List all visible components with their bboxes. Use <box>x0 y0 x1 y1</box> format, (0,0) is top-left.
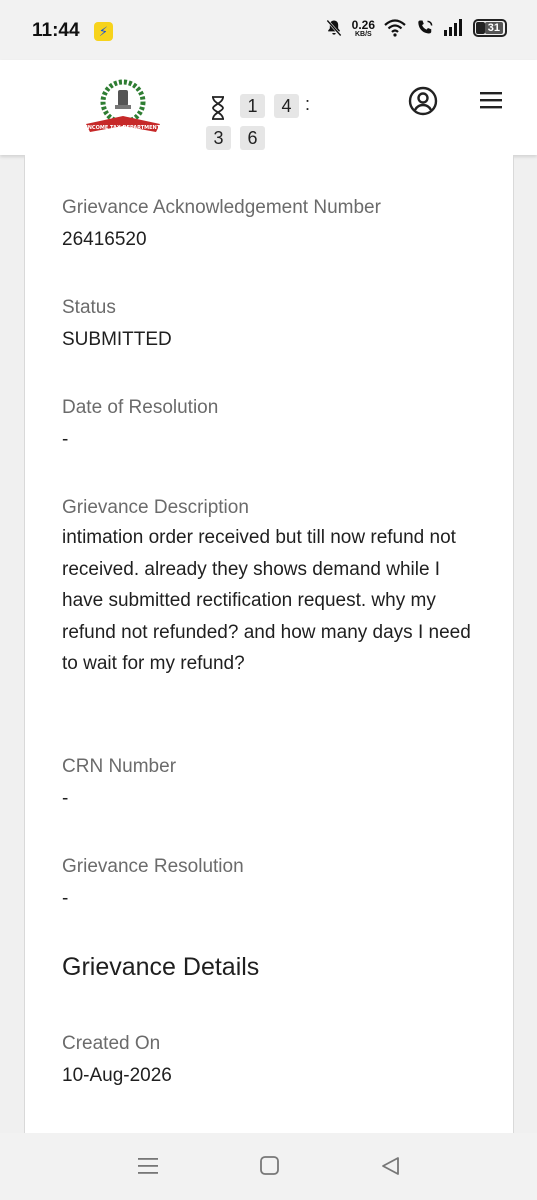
svg-text:INCOME TAX DEPARTMENT: INCOME TAX DEPARTMENT <box>86 125 161 131</box>
system-nav-bar <box>0 1133 537 1200</box>
field-label: Grievance Resolution <box>62 856 244 877</box>
field-label: Created On <box>62 1033 161 1054</box>
crn-field: CRN Number - <box>62 755 482 815</box>
wifi-calling-icon <box>418 20 433 34</box>
bell-muted-icon <box>326 19 342 37</box>
status-bar: 11:44 ⚡ 0.26 KB/S 31 <box>0 0 537 60</box>
income-tax-logo[interactable]: INCOME TAX DEPARTMENT <box>82 78 164 140</box>
timer-digit: 6 <box>240 126 265 150</box>
app-header: INCOME TAX DEPARTMENT 1 4 : 3 6 <box>0 60 537 155</box>
ack-number-value: 26416520 <box>62 229 147 250</box>
status-time: 11:44 <box>32 20 80 41</box>
field-label: Status <box>62 297 116 318</box>
created-on-value: 10-Aug-2026 <box>62 1065 172 1086</box>
status-icons: 0.26 KB/S 31 <box>324 18 507 38</box>
field-label: Grievance Acknowledgement Number <box>62 197 381 218</box>
ack-number-field: Grievance Acknowledgement Number 2641652… <box>62 196 482 256</box>
resolution-date-field: Date of Resolution - <box>62 396 482 456</box>
home-square-icon[interactable] <box>259 1155 281 1177</box>
wifi-icon <box>384 19 406 37</box>
description-field: Grievance Description intimation order r… <box>62 496 482 680</box>
timer-digit: 1 <box>240 94 265 118</box>
timer-digit: 3 <box>206 126 231 150</box>
resolution-date-value: - <box>62 429 69 450</box>
hourglass-icon <box>212 96 224 120</box>
flipkart-notification-icon: ⚡ <box>94 22 113 41</box>
recents-menu-icon[interactable] <box>137 1155 159 1177</box>
resolution-value: - <box>62 888 69 909</box>
timer-digit: 4 <box>274 94 299 118</box>
grievance-card: Grievance Acknowledgement Number 2641652… <box>24 155 514 1140</box>
status-value: SUBMITTED <box>62 329 172 350</box>
field-label: CRN Number <box>62 756 177 777</box>
signal-icon <box>444 19 462 36</box>
field-label: Grievance Description <box>62 497 249 518</box>
network-speed: 0.26 KB/S <box>351 17 375 38</box>
battery-icon: 31 <box>473 19 507 37</box>
resolution-field: Grievance Resolution - <box>62 855 482 915</box>
back-triangle-icon[interactable] <box>380 1155 402 1177</box>
grievance-details-title: Grievance Details <box>62 953 260 981</box>
description-value: intimation order received but till now r… <box>62 527 471 675</box>
field-label: Date of Resolution <box>62 397 219 418</box>
crn-value: - <box>62 788 69 809</box>
created-on-field: Created On 10-Aug-2026 <box>62 1032 482 1092</box>
timer-colon: : <box>305 94 311 114</box>
user-profile-icon[interactable] <box>408 86 438 116</box>
status-field: Status SUBMITTED <box>62 296 482 356</box>
hamburger-menu-icon[interactable] <box>480 91 502 109</box>
